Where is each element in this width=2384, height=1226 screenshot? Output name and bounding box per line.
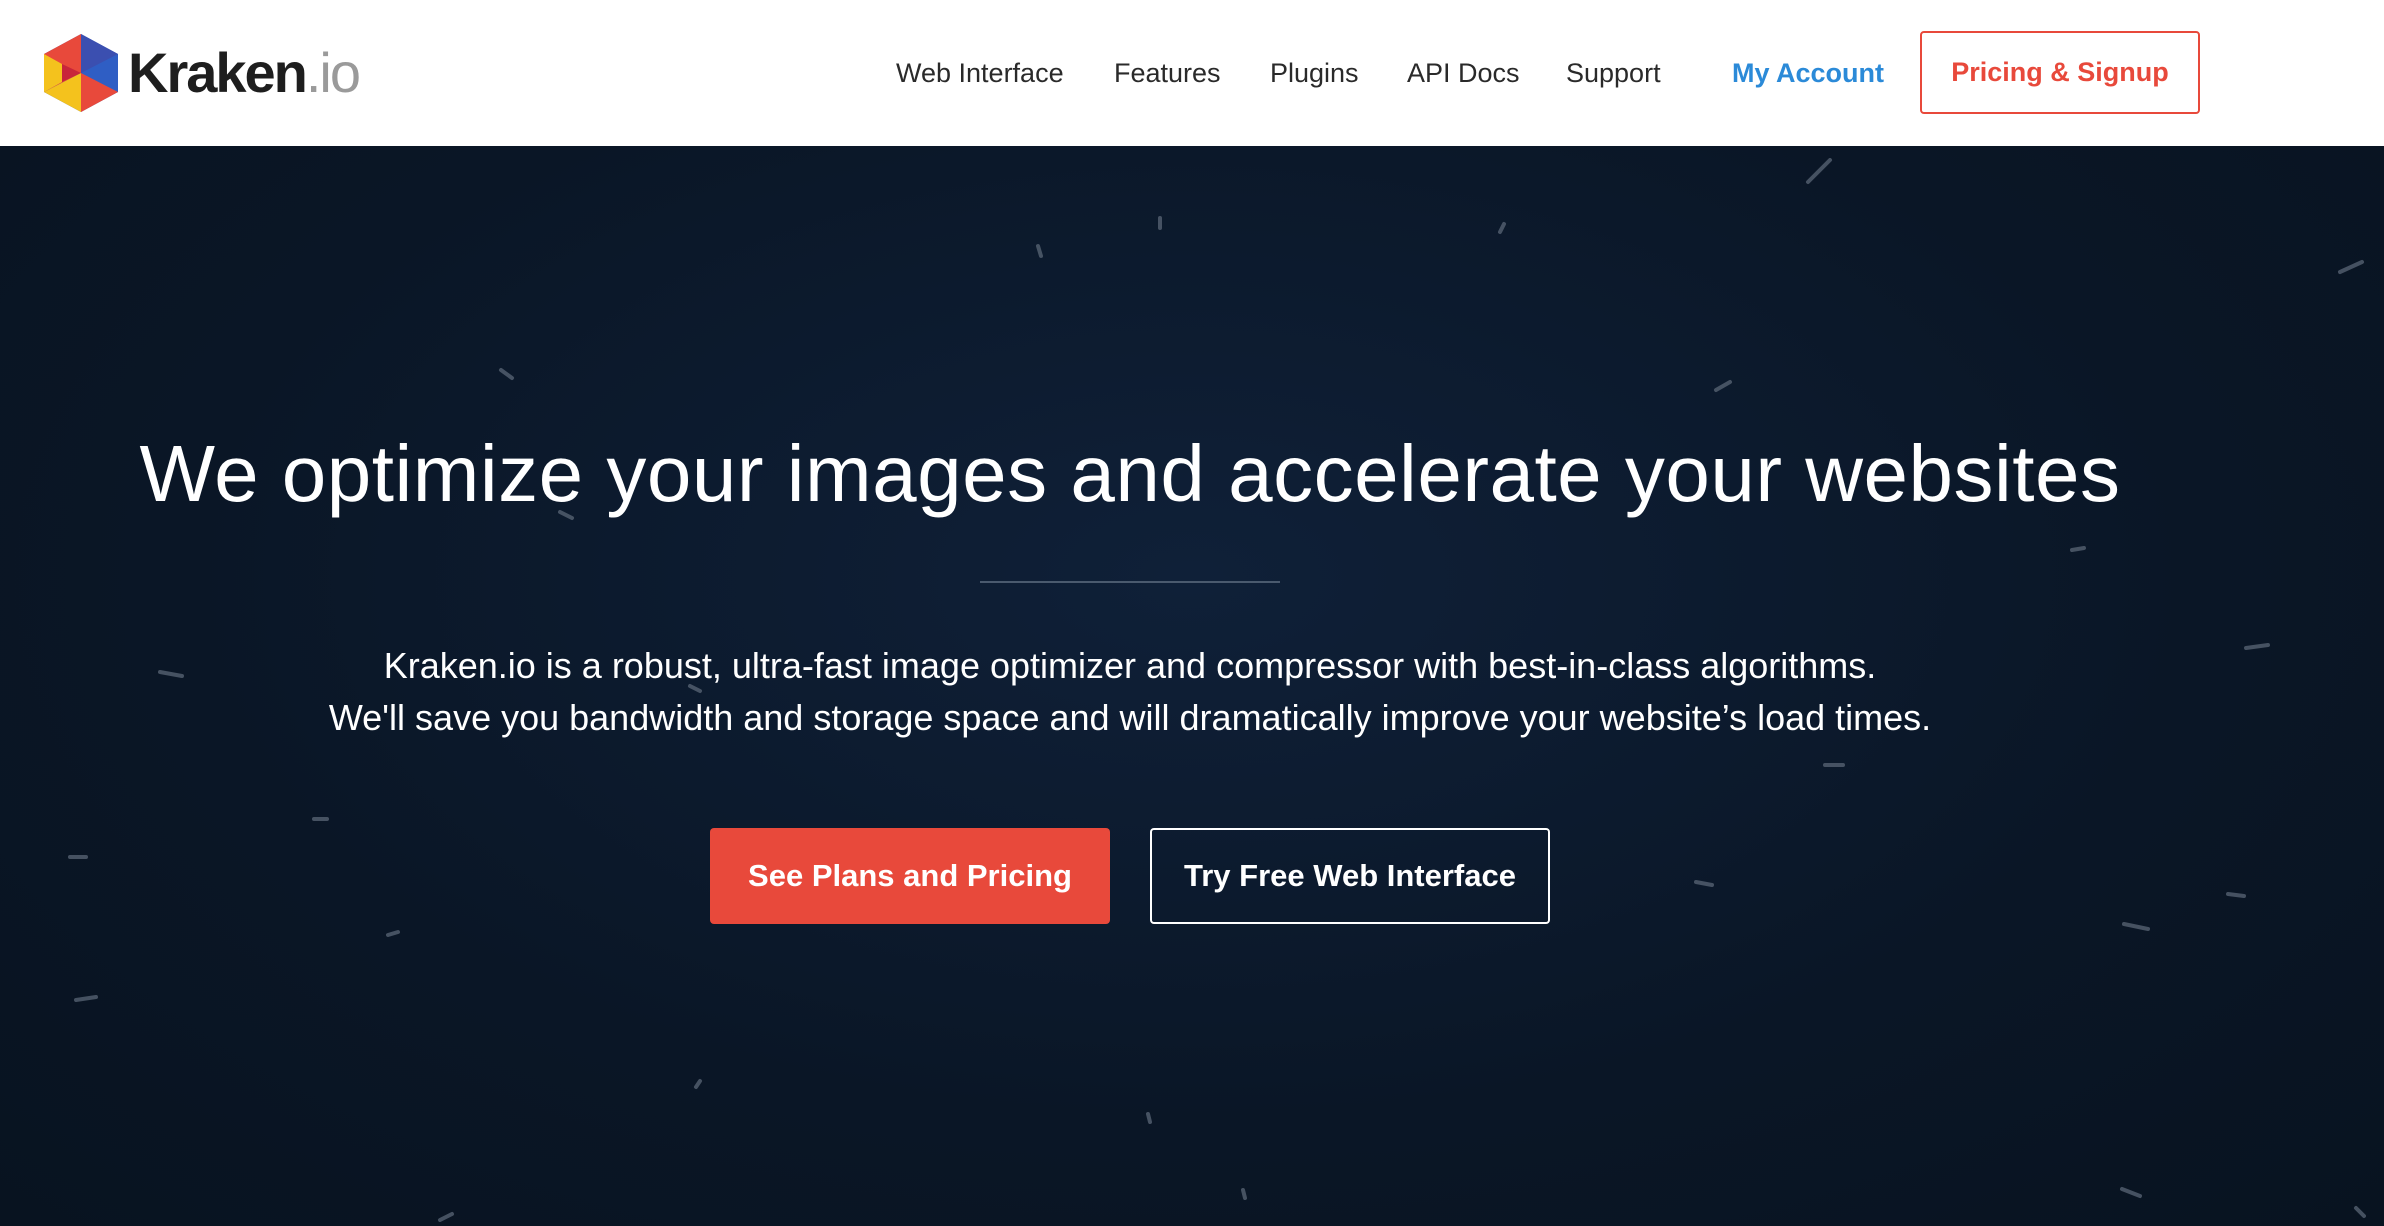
logo-tld: .io bbox=[305, 41, 361, 104]
try-web-interface-button[interactable]: Try Free Web Interface bbox=[1150, 828, 1550, 924]
see-plans-button[interactable]: See Plans and Pricing bbox=[710, 828, 1110, 924]
hero-description-line-1: Kraken.io is a robust, ultra-fast image … bbox=[383, 645, 1877, 686]
hero-headline: We optimize your images and accelerate y… bbox=[139, 429, 2121, 518]
nav-web-interface[interactable]: Web Interface bbox=[896, 56, 1064, 90]
logo-word: Kraken bbox=[128, 41, 308, 104]
kraken-logo[interactable]: Kraken.io bbox=[38, 34, 361, 112]
pricing-signup-button[interactable]: Pricing & Signup bbox=[1920, 31, 2200, 114]
nav-plugins[interactable]: Plugins bbox=[1270, 56, 1359, 90]
hero-section: We optimize your images and accelerate y… bbox=[0, 146, 2384, 1226]
nav-support[interactable]: Support bbox=[1566, 56, 1661, 90]
nav-api-docs[interactable]: API Docs bbox=[1407, 56, 1520, 90]
hexagon-cube-icon bbox=[44, 34, 118, 112]
hero-description: Kraken.io is a robust, ultra-fast image … bbox=[0, 640, 2260, 744]
nav-features[interactable]: Features bbox=[1114, 56, 1221, 90]
site-header: Kraken.io Web Interface Features Plugins… bbox=[0, 0, 2384, 146]
logo-wordmark: Kraken.io bbox=[128, 45, 361, 101]
nav-my-account[interactable]: My Account bbox=[1732, 56, 1884, 90]
hero-description-line-2: We'll save you bandwidth and storage spa… bbox=[328, 697, 1932, 738]
hero-divider bbox=[980, 581, 1280, 583]
